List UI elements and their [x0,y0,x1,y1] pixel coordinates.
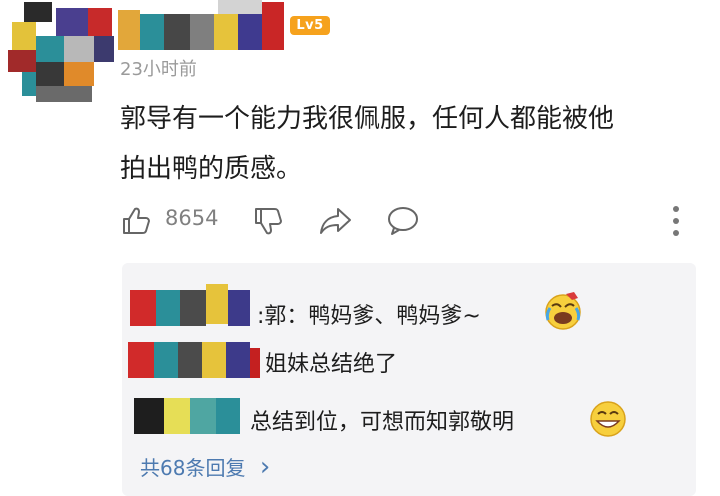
like-icon[interactable] [120,205,152,237]
reply-text: 姐妹总结绝了 [265,352,398,377]
more-options-icon[interactable] [670,204,682,238]
reply-text: :郭：鸭妈爹、鸭妈爹~ [257,304,481,329]
username[interactable] [118,0,286,52]
laughing-crying-emoji [545,292,581,330]
chevron-right-icon: › [259,452,271,482]
comment-text-line: 郭导有一个能力我很佩服，任何人都能被他 [120,104,615,134]
comment-text-line: 拍出鸭的质感。 [120,154,303,184]
like-count: 8654 [165,206,219,230]
level-badge: Lv5 [290,16,330,35]
reply-count-label: 共68条回复 [140,456,246,480]
reply-username[interactable] [130,392,244,438]
comment-icon[interactable] [386,205,420,237]
grinning-emoji [590,401,626,437]
comment-text: 郭导有一个能力我很佩服，任何人都能被他 拍出鸭的质感。 [120,94,710,194]
reply-username[interactable] [124,284,254,330]
avatar[interactable] [4,2,114,102]
dislike-icon[interactable] [252,205,284,237]
reply-username[interactable] [124,338,260,382]
view-all-replies-link[interactable]: 共68条回复 › [140,452,270,482]
comment-timestamp: 23小时前 [120,59,197,80]
share-icon[interactable] [318,206,354,236]
reply-text: 总结到位，可想而知郭敬明 [250,410,515,435]
